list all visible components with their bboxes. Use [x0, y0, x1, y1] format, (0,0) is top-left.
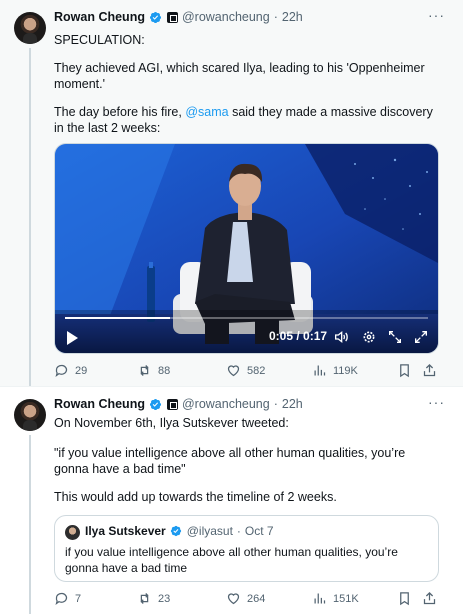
video-progress-fill [65, 317, 171, 319]
volume-icon[interactable] [333, 329, 349, 345]
like-count: 264 [247, 592, 266, 605]
bookmark-icon [400, 592, 409, 606]
reply-icon [55, 364, 68, 378]
bookmark-icon [400, 364, 409, 378]
like-count: 582 [247, 364, 266, 377]
author-name[interactable]: Rowan Cheung [54, 397, 145, 411]
quoted-date: Oct 7 [244, 524, 274, 538]
views-button[interactable]: 151K [312, 591, 359, 606]
thread-line [29, 48, 31, 386]
timestamp[interactable]: 22h [282, 10, 303, 24]
quoted-author-name: Ilya Sutskever [85, 524, 166, 538]
verified-icon [149, 398, 162, 411]
reply-button[interactable]: 7 [54, 591, 81, 606]
thread-line [29, 435, 31, 614]
tweet-actions: 29 88 582 119K [54, 363, 444, 381]
reply-count: 7 [75, 592, 82, 605]
tweet-text-line: SPECULATION: [54, 33, 145, 47]
tweet-text-line: On November 6th, Ilya Sutskever tweeted: [54, 416, 289, 430]
views-icon [314, 593, 326, 604]
views-button[interactable]: 119K [312, 363, 358, 378]
verified-icon [149, 11, 162, 24]
reply-button[interactable]: 29 [54, 363, 87, 378]
quoted-author-handle: @ilyasut [186, 524, 233, 538]
timestamp[interactable]: 22h [282, 397, 303, 411]
repost-button[interactable]: 23 [137, 591, 170, 606]
quoted-header: Ilya Sutskever @ilyasut · Oct 7 [85, 524, 274, 538]
video-controls: 0:05 / 0:17 [55, 313, 438, 353]
quoted-text: if you value intelligence above all othe… [65, 545, 398, 575]
share-button[interactable] [422, 591, 437, 606]
views-count: 119K [333, 364, 358, 377]
views-icon [314, 365, 326, 376]
more-icon[interactable]: ··· [428, 7, 445, 23]
bookmark-button[interactable] [397, 363, 412, 378]
label-badge-icon [166, 11, 178, 23]
bookmark-button[interactable] [397, 591, 412, 606]
like-button[interactable]: 264 [226, 591, 265, 606]
share-button[interactable] [422, 363, 437, 378]
avatar[interactable] [14, 12, 46, 44]
separator: · [236, 524, 241, 538]
avatar[interactable] [14, 399, 46, 431]
verified-icon [170, 525, 183, 538]
tweet-actions: 7 23 264 151K [54, 591, 444, 609]
repost-button[interactable]: 88 [137, 363, 170, 378]
tweet-text-fragment: The day before his fire, [54, 105, 186, 119]
settings-icon[interactable] [361, 329, 377, 345]
video-time: 0:05 / 0:17 [269, 329, 328, 343]
views-count: 151K [333, 592, 359, 605]
separator: · [273, 397, 278, 411]
tweet-text-paragraph: The day before his fire, @sama said they… [54, 104, 439, 136]
reply-icon [55, 592, 68, 606]
tweet-header: Rowan Cheung @rowancheung · 22h [54, 397, 303, 411]
reply-count: 29 [75, 364, 88, 377]
tweet-text-line: This would add up towards the timeline o… [54, 490, 337, 504]
mention-link[interactable]: @sama [185, 105, 228, 119]
quoted-avatar [65, 525, 80, 540]
repost-count: 23 [158, 592, 171, 605]
picture-in-picture-icon[interactable] [387, 329, 403, 345]
tweet-2[interactable]: Rowan Cheung @rowancheung · 22h ··· On N… [0, 386, 463, 614]
repost-count: 88 [158, 364, 171, 377]
play-icon[interactable] [67, 331, 78, 345]
author-name[interactable]: Rowan Cheung [54, 10, 145, 24]
repost-icon [140, 365, 149, 376]
tweet-1[interactable]: Rowan Cheung @rowancheung · 22h ··· SPEC… [0, 0, 463, 386]
repost-icon [140, 593, 149, 604]
separator: · [273, 10, 278, 24]
like-icon [227, 365, 240, 377]
label-badge-icon [166, 398, 178, 410]
author-handle[interactable]: @rowancheung [182, 10, 270, 24]
like-button[interactable]: 582 [226, 363, 265, 378]
author-handle[interactable]: @rowancheung [182, 397, 270, 411]
like-icon [227, 593, 240, 605]
tweet-text-line: They achieved AGI, which scared Ilya, le… [54, 61, 425, 91]
fullscreen-icon[interactable] [413, 329, 429, 345]
video-progress-bar[interactable] [65, 317, 428, 319]
tweet-header: Rowan Cheung @rowancheung · 22h [54, 10, 303, 24]
share-icon [423, 591, 436, 605]
share-icon [423, 363, 436, 377]
video-player[interactable]: 0:05 / 0:17 [54, 143, 439, 354]
more-icon[interactable]: ··· [428, 394, 445, 410]
quoted-tweet[interactable]: Ilya Sutskever @ilyasut · Oct 7 if you v… [54, 515, 439, 582]
tweet-text-line: "if you value intelligence above all oth… [54, 446, 406, 476]
